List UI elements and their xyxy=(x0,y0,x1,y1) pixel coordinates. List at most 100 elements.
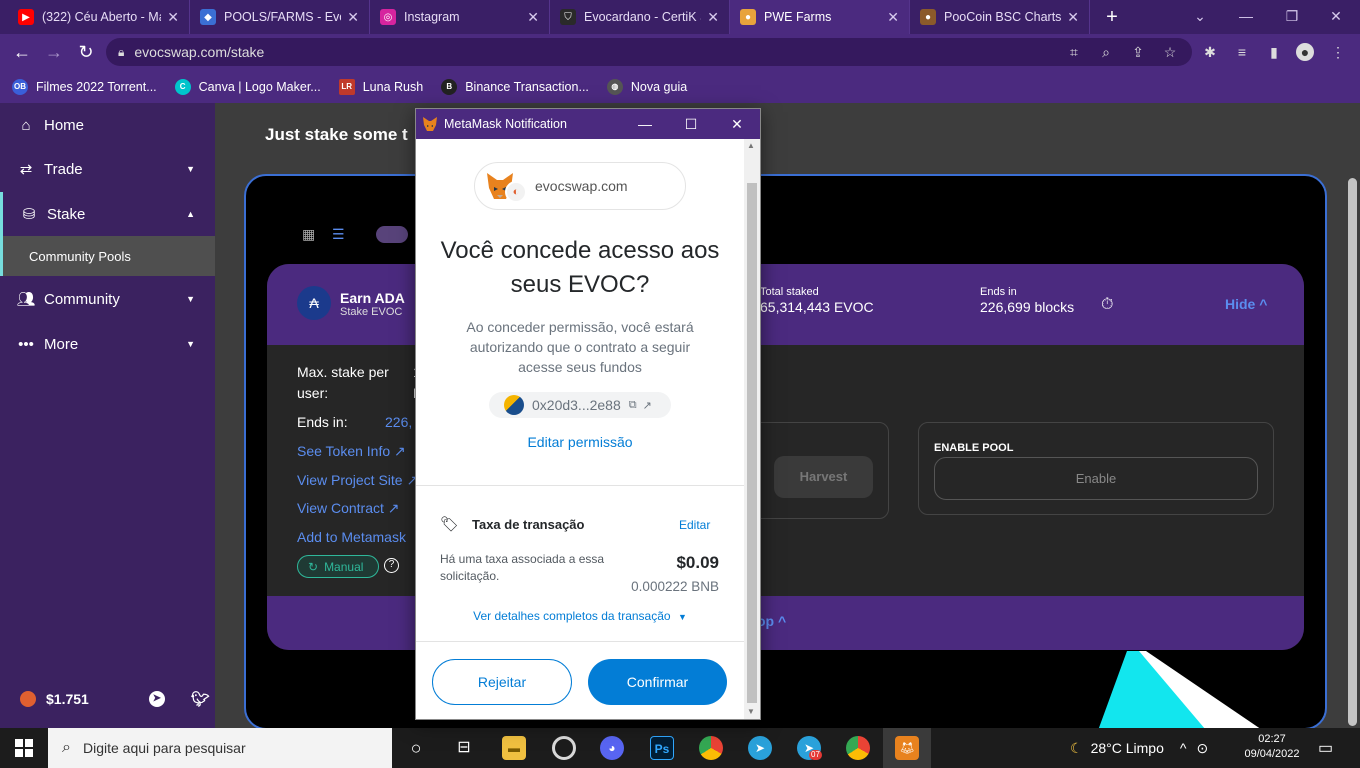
hide-details-button[interactable]: Hide ^ xyxy=(1225,296,1267,312)
sidebar-subitem-community-pools[interactable]: Community Pools xyxy=(0,236,215,276)
chrome-profile-icon[interactable] xyxy=(846,736,870,760)
metamask-scrollbar-thumb[interactable] xyxy=(747,183,757,703)
permission-heading: Você concede acesso aos seus EVOC? xyxy=(440,237,720,298)
help-icon[interactable]: ? xyxy=(384,558,399,573)
notification-center-icon[interactable]: ▭ xyxy=(1318,738,1333,758)
task-view-icon[interactable]: ⊟ xyxy=(452,736,476,760)
close-tab-icon[interactable]: ✕ xyxy=(707,9,719,26)
windows-logo-icon xyxy=(15,739,33,757)
harvest-button[interactable]: Harvest xyxy=(774,456,873,498)
browser-chrome: ▶ (322) Céu Aberto - Ma ✕ ◆ POOLS/FARMS … xyxy=(0,0,1360,103)
new-tab-button[interactable]: + xyxy=(1100,6,1124,28)
grid-view-icon[interactable]: ▦ xyxy=(302,226,315,243)
media-control-icon[interactable]: ≡ xyxy=(1233,43,1251,61)
back-button[interactable]: ← xyxy=(10,40,34,64)
start-button[interactable] xyxy=(0,728,48,768)
external-link-icon[interactable]: ↗ xyxy=(643,399,652,412)
fee-label: Taxa de transação xyxy=(472,517,585,532)
close-tab-icon[interactable]: ✕ xyxy=(887,9,899,26)
page-scrollbar-thumb[interactable] xyxy=(1348,178,1357,726)
copy-icon[interactable]: ⧉ xyxy=(629,399,637,412)
sidebar-item-stake[interactable]: ⛁ Stake ▲ xyxy=(0,192,215,236)
metamask-scrollbar[interactable]: ▲ ▼ xyxy=(744,139,760,719)
close-tab-icon[interactable]: ✕ xyxy=(1067,9,1079,26)
bookmark-luna-rush[interactable]: LR Luna Rush xyxy=(338,78,423,95)
chrome-icon[interactable] xyxy=(699,736,723,760)
tab-pools-farms[interactable]: ◆ POOLS/FARMS - Evoc ✕ xyxy=(190,0,370,34)
scroll-up-icon[interactable]: ▲ xyxy=(747,141,755,150)
canva-icon: C xyxy=(174,78,191,95)
tab-pwe-farms[interactable]: ● PWE Farms ✕ xyxy=(730,0,910,34)
reload-button[interactable]: ↻ xyxy=(74,40,98,64)
browser-toolbar: ← → ↻ 🔒︎ evocswap.com/stake ⌗ ⌕ ⇪ ☆ ✱ ≡ … xyxy=(0,34,1360,70)
telegram-icon[interactable]: ➤ 07 xyxy=(797,736,822,760)
page-scrollbar[interactable] xyxy=(1345,103,1360,728)
share-icon[interactable]: ⇪ xyxy=(1129,43,1147,61)
close-tab-icon[interactable]: ✕ xyxy=(167,9,179,26)
minimize-button[interactable]: — xyxy=(1226,4,1266,28)
weather-text[interactable]: 28°C Limpo xyxy=(1091,740,1164,756)
restore-button[interactable]: ❐ xyxy=(1272,4,1312,28)
tab-certik[interactable]: ⛉ Evocardano - CertiK S ✕ xyxy=(550,0,730,34)
bookmark-canva[interactable]: C Canva | Logo Maker... xyxy=(174,78,321,95)
token-price: $1.751 xyxy=(46,691,89,707)
tab-instagram[interactable]: ◎ Instagram ✕ xyxy=(370,0,550,34)
tab-poocoin[interactable]: ● PooCoin BSC Charts ✕ xyxy=(910,0,1090,34)
discord-icon[interactable]: ◕ xyxy=(600,736,624,760)
bookmark-star-icon[interactable]: ☆ xyxy=(1161,43,1179,61)
close-tab-icon[interactable]: ✕ xyxy=(347,9,359,26)
clock[interactable]: 02:27 09/04/2022 xyxy=(1240,732,1304,762)
sidebar-item-home[interactable]: ⌂ Home xyxy=(0,103,215,147)
scroll-down-icon[interactable]: ▼ xyxy=(747,707,755,716)
view-contract-link[interactable]: View Contract ↗ xyxy=(297,500,400,517)
profile-avatar[interactable]: ● xyxy=(1296,43,1314,61)
tray-chevron-icon[interactable]: ^ xyxy=(1180,740,1187,756)
ends-in-detail-value[interactable]: 226, xyxy=(385,414,412,430)
forward-button[interactable]: → xyxy=(42,40,66,64)
telegram-icon[interactable]: ➤ xyxy=(148,691,165,707)
metamask-minimize-button[interactable]: — xyxy=(622,109,668,139)
cortana-icon[interactable]: ○ xyxy=(404,736,428,760)
taskbar-search[interactable]: ⌕ Digite aqui para pesquisar xyxy=(48,728,392,768)
metamask-body: ◐ evocswap.com Você concede acesso aos s… xyxy=(416,139,744,719)
extensions-icon[interactable]: ✱ xyxy=(1201,43,1219,61)
metamask-maximize-button[interactable]: ☐ xyxy=(668,109,714,139)
enable-button[interactable]: Enable xyxy=(934,457,1258,500)
edit-permission-link[interactable]: Editar permissão xyxy=(416,434,744,450)
translate-icon[interactable]: ⌗ xyxy=(1065,43,1083,61)
confirm-button[interactable]: Confirmar xyxy=(588,659,727,705)
zoom-icon[interactable]: ⌕ xyxy=(1097,43,1115,61)
view-full-details-link[interactable]: Ver detalhes completos da transação ▼ xyxy=(416,609,744,623)
reject-button[interactable]: Rejeitar xyxy=(432,659,572,705)
sidebar-item-community[interactable]: 👥︎ Community ▼ xyxy=(0,277,215,321)
sidebar-item-trade[interactable]: ⇄ Trade ▼ xyxy=(0,147,215,191)
staked-only-toggle[interactable] xyxy=(376,226,408,243)
list-view-icon[interactable]: ☰ xyxy=(332,226,345,243)
metamask-close-button[interactable]: ✕ xyxy=(714,109,760,139)
sidebar-item-more[interactable]: ••• More ▼ xyxy=(0,322,215,366)
twitter-icon[interactable]: 🐦︎ xyxy=(191,690,210,708)
address-bar[interactable]: 🔒︎ evocswap.com/stake xyxy=(106,38,1192,66)
telegram-desktop-icon[interactable]: ➤ xyxy=(748,736,772,760)
home-icon: ⌂ xyxy=(21,116,31,134)
bookmark-filmes[interactable]: OB Filmes 2022 Torrent... xyxy=(12,78,157,95)
menu-kebab-icon[interactable]: ⋮ xyxy=(1329,43,1347,61)
tab-youtube[interactable]: ▶ (322) Céu Aberto - Ma ✕ xyxy=(8,0,190,34)
close-tab-icon[interactable]: ✕ xyxy=(527,9,539,26)
tab-search-icon[interactable]: ⌄ xyxy=(1180,4,1220,28)
edit-fee-link[interactable]: Editar xyxy=(679,518,710,532)
bookmark-nova-guia[interactable]: ◍ Nova guia xyxy=(606,78,687,95)
bookmark-binance[interactable]: B Binance Transaction... xyxy=(441,78,589,95)
photoshop-icon[interactable]: Ps xyxy=(650,736,674,760)
fee-bnb-value: 0.000222 BNB xyxy=(631,579,719,594)
close-window-button[interactable]: ✕ xyxy=(1316,4,1356,28)
file-explorer-icon[interactable]: ▬ xyxy=(502,736,526,760)
view-project-site-link[interactable]: View Project Site ↗ xyxy=(297,472,418,489)
see-token-info-link[interactable]: See Token Info ↗ xyxy=(297,443,406,460)
evocswap-site-icon: ◐ xyxy=(505,181,527,203)
metamask-taskbar-icon[interactable]: 🦊︎ xyxy=(895,736,919,760)
obs-icon[interactable] xyxy=(552,736,576,760)
network-icon[interactable]: ⊙ xyxy=(1196,740,1208,757)
side-panel-icon[interactable]: ▮ xyxy=(1265,43,1283,61)
add-to-metamask-link[interactable]: Add to Metamask xyxy=(297,529,406,545)
